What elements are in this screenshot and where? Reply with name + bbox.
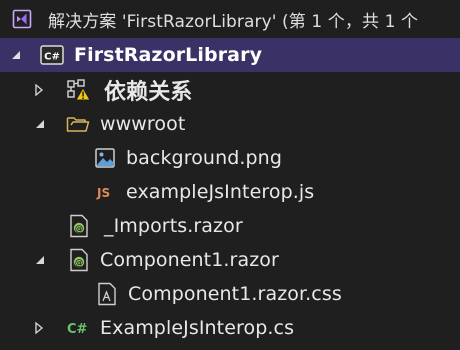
tree-item-label: ExampleJsInterop.cs	[100, 317, 295, 339]
tree-item-label: Component1.razor.css	[128, 283, 342, 305]
tree-item-wwwroot[interactable]: wwwroot	[0, 107, 460, 141]
svg-text:JS: JS	[96, 186, 110, 200]
tree-item-label: background.png	[126, 147, 282, 169]
dependencies-warning-icon	[66, 73, 92, 107]
tree-item-label: exampleJsInterop.js	[126, 181, 315, 203]
tree-item-label: Component1.razor	[100, 249, 279, 271]
image-file-icon	[94, 141, 116, 175]
js-file-icon: JS	[96, 175, 118, 209]
razor-file-icon: @	[68, 209, 90, 243]
expand-chevron-icon[interactable]	[34, 311, 44, 345]
tree-item-dependencies[interactable]: 依赖关系	[0, 73, 460, 107]
tree-item-label: 依赖关系	[104, 80, 193, 105]
svg-text:@: @	[75, 225, 84, 235]
css-file-icon	[96, 277, 118, 311]
collapse-chevron-icon[interactable]	[10, 38, 22, 72]
tree-item-imports-razor[interactable]: @ _Imports.razor	[0, 209, 460, 243]
collapse-chevron-icon[interactable]	[34, 107, 46, 141]
csharp-project-icon: C#	[40, 38, 64, 72]
svg-text:C#: C#	[67, 322, 88, 337]
solution-node[interactable]: 解决方案 'FirstRazorLibrary' (第 1 个，共 1 个	[0, 0, 460, 38]
tree-item-label: wwwroot	[100, 113, 186, 135]
tree-item-examplejsinterop-js[interactable]: JS exampleJsInterop.js	[0, 175, 460, 209]
razor-file-icon: @	[68, 243, 90, 277]
solution-label: 解决方案 'FirstRazorLibrary' (第 1 个，共 1 个	[48, 11, 419, 32]
csharp-file-icon: C#	[66, 311, 94, 345]
tree-item-background-png[interactable]: background.png	[0, 141, 460, 175]
visual-studio-solution-icon	[12, 0, 32, 38]
project-node-firstrazorlibrary[interactable]: C# FirstRazorLibrary	[0, 38, 460, 72]
expand-chevron-icon[interactable]	[34, 73, 44, 107]
solution-explorer-tree: 解决方案 'FirstRazorLibrary' (第 1 个，共 1 个 C#…	[0, 0, 460, 350]
tree-item-component1-razor-css[interactable]: Component1.razor.css	[0, 277, 460, 311]
project-label: FirstRazorLibrary	[74, 44, 263, 66]
tree-item-label: _Imports.razor	[104, 215, 243, 237]
collapse-chevron-icon[interactable]	[34, 243, 46, 277]
svg-text:@: @	[75, 259, 84, 269]
tree-item-examplejsinterop-cs[interactable]: C# ExampleJsInterop.cs	[0, 311, 460, 345]
svg-text:C#: C#	[44, 52, 60, 63]
folder-icon	[66, 107, 90, 141]
tree-item-component1-razor[interactable]: @ Component1.razor	[0, 243, 460, 277]
